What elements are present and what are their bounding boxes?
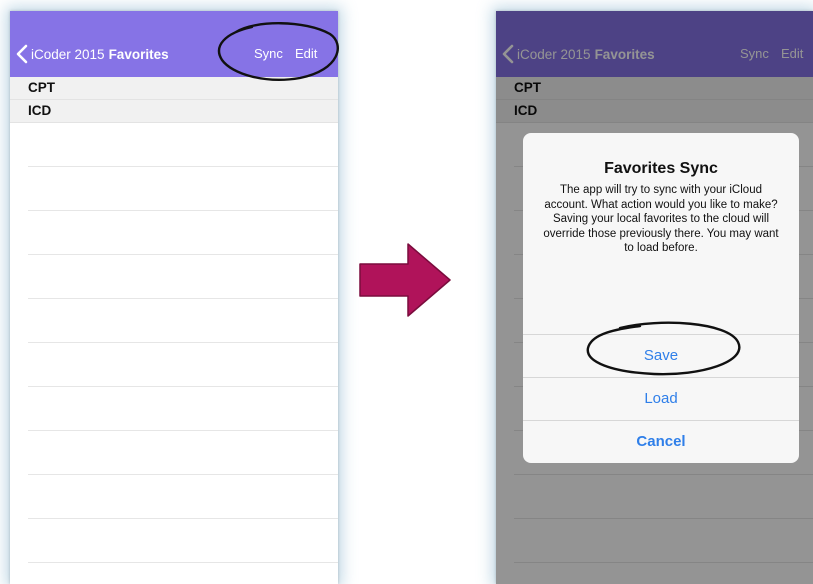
list-row (28, 475, 338, 519)
edit-button[interactable]: Edit (295, 46, 317, 61)
section-header-icd[interactable]: ICD (10, 100, 338, 123)
favorites-sync-alert: Favorites Sync The app will try to sync … (523, 133, 799, 463)
list-row (28, 343, 338, 387)
list-row (28, 255, 338, 299)
back-button-label: iCoder 2015 (31, 46, 105, 62)
alert-title: Favorites Sync (604, 160, 718, 177)
list-row (28, 211, 338, 255)
page-title: Favorites (108, 46, 169, 62)
load-button[interactable]: Load (523, 377, 799, 420)
list-row (28, 519, 338, 563)
cancel-button[interactable]: Cancel (523, 420, 799, 463)
save-button[interactable]: Save (523, 334, 799, 377)
left-phone-screen: iCoder 2015 Favorites Sync Edit CPT ICD (10, 11, 338, 584)
navigation-bar: iCoder 2015 Favorites Sync Edit (10, 11, 338, 77)
chevron-left-icon (16, 44, 28, 64)
right-phone-screen: iCoder 2015 Favorites Sync Edit CPT ICD … (496, 11, 813, 584)
list-row (28, 167, 338, 211)
list-row (28, 299, 338, 343)
right-arrow-icon (359, 243, 451, 317)
back-button[interactable]: iCoder 2015 Favorites (15, 44, 169, 64)
section-header-cpt[interactable]: CPT (10, 77, 338, 100)
list-row (28, 123, 338, 167)
list-row (28, 387, 338, 431)
sync-button[interactable]: Sync (254, 46, 283, 61)
favorites-list: CPT ICD (10, 77, 338, 584)
alert-message: The app will try to sync with your iClou… (543, 184, 779, 255)
list-row (28, 431, 338, 475)
